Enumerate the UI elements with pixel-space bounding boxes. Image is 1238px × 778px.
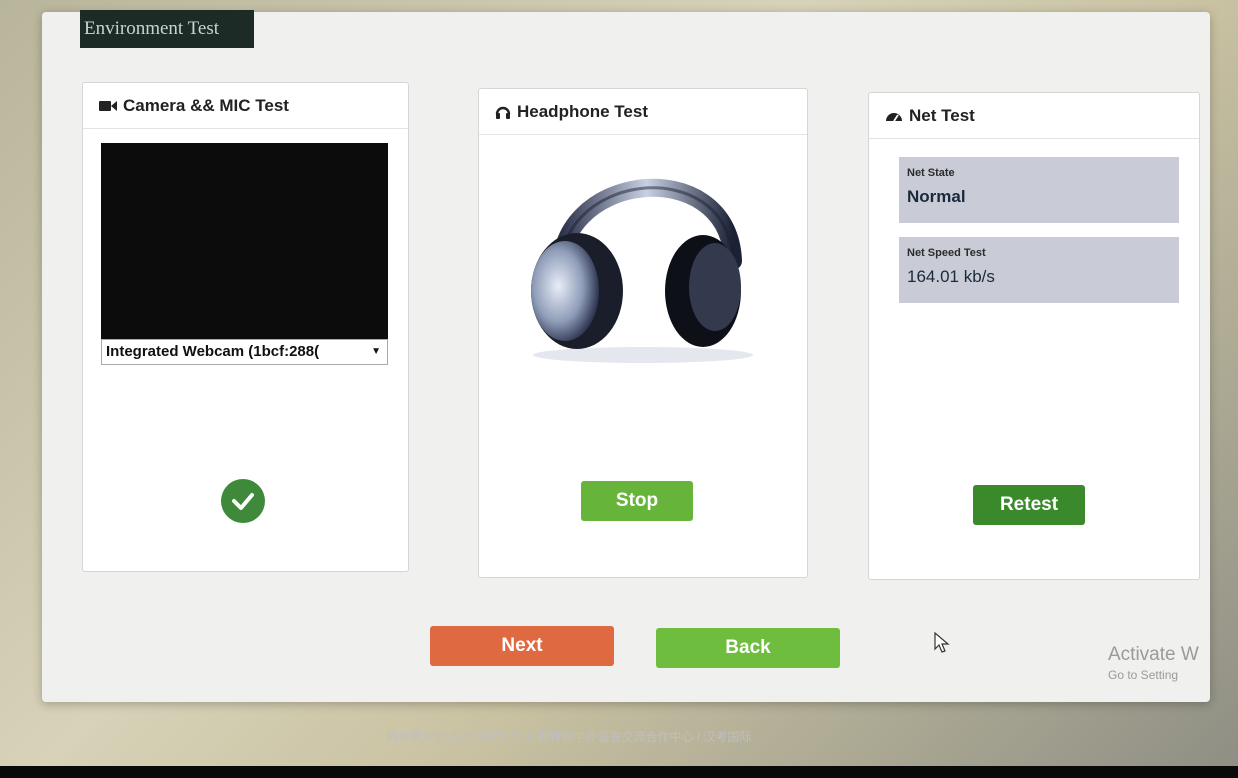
screen-bezel bbox=[0, 766, 1238, 778]
next-button[interactable]: Next bbox=[430, 626, 614, 666]
headphone-panel-header: Headphone Test bbox=[479, 89, 807, 135]
windows-activation-watermark: Activate W Go to Setting bbox=[1108, 644, 1199, 682]
headphone-panel: Headphone Test Stop bbox=[478, 88, 808, 578]
camera-device-select[interactable]: Integrated Webcam (1bcf:288( ▼ bbox=[101, 339, 388, 365]
dropdown-arrow-icon: ▼ bbox=[371, 346, 381, 357]
speedometer-icon bbox=[886, 112, 902, 121]
activate-title: Activate W bbox=[1108, 644, 1199, 665]
back-button[interactable]: Back bbox=[656, 628, 840, 668]
retest-button[interactable]: Retest bbox=[973, 485, 1085, 525]
camera-panel-header: Camera && MIC Test bbox=[83, 83, 408, 129]
camera-device-value: Integrated Webcam (1bcf:288( bbox=[106, 343, 320, 360]
net-state-label: Net State bbox=[907, 167, 955, 179]
camera-panel-title: Camera && MIC Test bbox=[123, 95, 289, 115]
window-title: Environment Test bbox=[80, 10, 254, 48]
mouse-cursor-icon bbox=[934, 632, 950, 653]
net-panel-header: Net Test bbox=[869, 93, 1199, 139]
headphones-image bbox=[531, 178, 753, 363]
camera-preview bbox=[101, 143, 388, 339]
net-speed-box: Net Speed Test 164.01 kb/s bbox=[899, 237, 1179, 303]
net-test-panel: Net Test Net State Normal Net Speed Test… bbox=[868, 92, 1200, 580]
camera-mic-panel: Camera && MIC Test Integrated Webcam (1b… bbox=[82, 82, 409, 572]
footer-copyright: 网考客户端V3.0 版权所有 © 教育部中外语言交流合作中心 / 汉考国际 bbox=[386, 730, 752, 744]
activate-subtitle: Go to Setting bbox=[1108, 668, 1179, 682]
net-speed-label: Net Speed Test bbox=[907, 247, 986, 259]
video-camera-icon bbox=[99, 100, 117, 111]
net-state-box: Net State Normal bbox=[899, 157, 1179, 223]
net-speed-value: 164.01 kb/s bbox=[907, 267, 995, 286]
net-panel-title: Net Test bbox=[909, 105, 975, 125]
net-state-value: Normal bbox=[907, 187, 966, 206]
check-circle-icon bbox=[221, 479, 265, 523]
stop-button[interactable]: Stop bbox=[581, 481, 693, 521]
headphone-icon bbox=[495, 106, 511, 119]
headphone-panel-title: Headphone Test bbox=[517, 101, 648, 121]
